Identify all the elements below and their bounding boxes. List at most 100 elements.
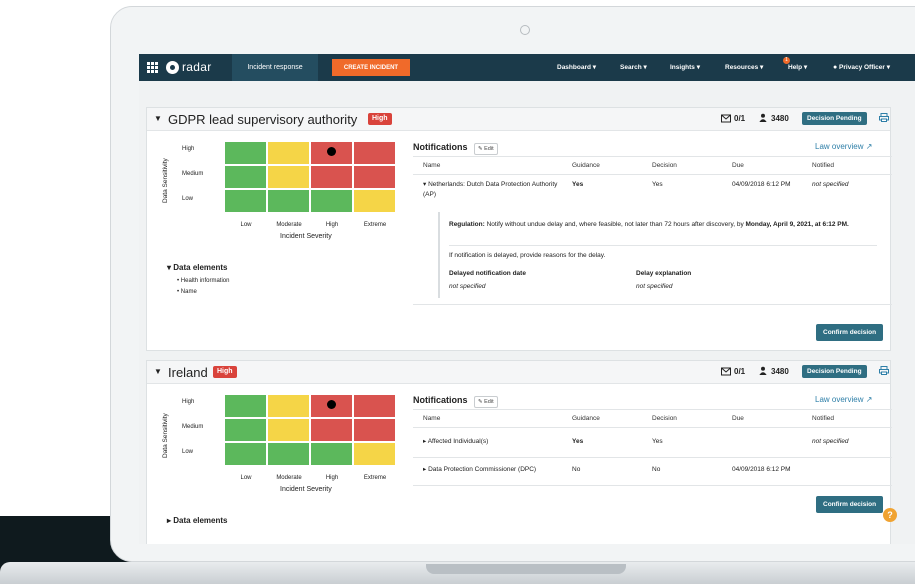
row-label-low: Low [182,449,194,455]
data-element-item: • Name [177,289,197,295]
risk-cell [353,141,396,165]
confirm-decision-button[interactable]: Confirm decision [816,496,884,513]
delay-explanation-label: Delay explanation [636,270,692,277]
print-icon[interactable] [879,366,889,375]
x-axis-label: Incident Severity [280,233,332,240]
nav-help[interactable]: Help ▾ [788,63,807,71]
data-elements-heading: Data elements [173,263,228,272]
table-row-notified: not specified [812,438,849,445]
risk-cell [267,165,310,189]
table-row-guidance: No [572,466,581,473]
risk-cell [224,442,267,466]
row-label-medium: Medium [182,424,204,430]
col-header-guidance: Guidance [572,162,600,169]
table-row-due: 04/09/2018 6:12 PM [732,181,791,188]
law-overview-link[interactable]: Law overview ↗ [815,142,872,151]
divider [413,485,892,486]
edit-button[interactable]: ✎ Edit [474,143,498,155]
row-label-high: High [182,146,195,152]
create-incident-button[interactable]: CREATE INCIDENT [332,59,410,76]
edit-button[interactable]: ✎ Edit [474,396,498,408]
risk-cell [310,418,353,442]
risk-cell [267,189,310,213]
risk-cell [224,394,267,418]
risk-cell [224,418,267,442]
nav-dashboard[interactable]: Dashboard ▾ [557,63,596,71]
table-row-due: 04/09/2018 6:12 PM [732,466,791,473]
risk-cell [353,442,396,466]
section-label[interactable]: Incident response [232,54,318,81]
risk-marker-dot [327,400,336,409]
table-row-notified: not specified [812,181,849,188]
confirm-decision-button[interactable]: Confirm decision [816,324,884,341]
notification-detail: Regulation: Notify without undue delay a… [438,212,886,298]
regulation-text: Regulation: Notify without undue delay a… [449,221,849,228]
divider [413,174,892,175]
table-row-decision[interactable]: No [652,465,660,475]
nav-resources[interactable]: Resources ▾ [725,63,763,71]
mail-icon [721,367,731,376]
risk-cell [353,165,396,189]
table-row-name[interactable]: ▾ Netherlands: Dutch Data Protection Aut… [423,180,563,200]
data-elements-toggle[interactable]: ▾ Data elements [167,263,228,272]
mail-count: 0/1 [734,114,746,123]
data-elements-heading: Data elements [173,516,228,525]
panel-gdpr: ▼ GDPR lead supervisory authority High 0… [146,107,892,351]
top-nav: radar Incident response CREATE INCIDENT … [139,54,915,81]
panel-ireland: ▼ Ireland High 0/1 3480 Decision Pending… [146,360,897,544]
logo-mark-icon [166,60,179,74]
nav-search[interactable]: Search ▾ [620,63,647,71]
data-elements-toggle[interactable]: ▸ Data elements [167,516,228,525]
panel-header: ▼ Ireland High 0/1 3480 Decision Pending [147,361,890,384]
severity-badge: High [368,113,392,125]
divider [413,156,892,157]
table-row-decision[interactable]: Yes [652,180,663,190]
law-overview-link[interactable]: Law overview ↗ [815,395,872,404]
nav-user-menu[interactable]: ● Privacy Officer ▾ [833,63,890,71]
apps-grid-icon[interactable] [147,62,158,73]
panel-header: ▼ GDPR lead supervisory authority High 0… [147,108,890,131]
col-label-moderate: Moderate [276,222,302,228]
col-label-low: Low [240,222,252,228]
risk-cell [267,418,310,442]
col-header-notified: Notified [812,162,835,169]
col-header-decision: Decision [652,415,677,422]
col-label-high: High [325,475,339,481]
divider [449,245,877,246]
table-row-decision[interactable]: Yes [652,437,663,447]
col-label-extreme: Extreme [363,222,387,228]
nav-user-label: Privacy Officer ▾ [839,64,891,71]
col-header-name: Name [423,162,441,169]
x-axis-label: Incident Severity [280,486,332,493]
table-row-name[interactable]: ▸ Data Protection Commissioner (DPC) [423,465,536,475]
people-count: 3480 [771,114,789,123]
logo[interactable]: radar [166,59,212,75]
delayed-date-label: Delayed notification date [449,270,526,277]
row-label-medium: Medium [182,171,204,177]
row-label-low: Low [182,196,194,202]
delay-explanation-value[interactable]: not specified [636,282,673,292]
risk-cell [353,394,396,418]
divider [413,304,892,305]
risk-cell [310,189,353,213]
col-header-due: Due [732,415,744,422]
table-row-name[interactable]: ▸ Affected Individual(s) [423,437,488,447]
y-axis-label: Data Sensitivity [162,413,169,458]
risk-cell [224,141,267,165]
collapse-caret-icon[interactable]: ▼ [154,114,162,123]
delayed-date-value[interactable]: not specified [449,282,486,292]
help-chat-icon[interactable]: ? [883,508,897,522]
divider [413,427,892,428]
risk-cell [353,189,396,213]
user-icon: ● [833,64,838,71]
logo-text: radar [182,60,212,74]
risk-cell [267,141,310,165]
app-screen: radar Incident response CREATE INCIDENT … [139,54,915,544]
people-icon [759,366,767,375]
nav-insights[interactable]: Insights ▾ [670,63,700,71]
col-header-guidance: Guidance [572,415,600,422]
decision-status-badge: Decision Pending [802,365,867,378]
col-label-moderate: Moderate [276,475,302,481]
collapse-caret-icon[interactable]: ▼ [154,367,162,376]
print-icon[interactable] [879,113,889,122]
